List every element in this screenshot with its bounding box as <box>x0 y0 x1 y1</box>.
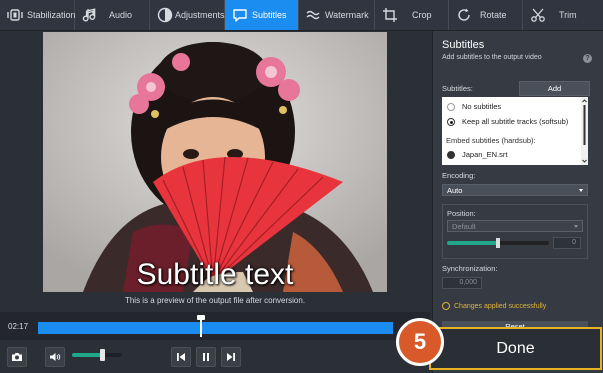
tab-rotate[interactable]: Rotate <box>449 0 523 30</box>
subtitles-panel: Subtitles Add subtitles to the output vi… <box>432 31 603 373</box>
previous-frame-button[interactable] <box>171 347 191 367</box>
checkmark-icon <box>442 302 450 310</box>
panel-subtitle: Add subtitles to the output video <box>442 54 542 61</box>
sync-input[interactable]: 0,000 <box>442 277 482 289</box>
chevron-down-icon <box>579 189 583 192</box>
position-slider[interactable] <box>447 238 549 248</box>
rotate-icon <box>458 8 470 21</box>
status-text: Changes applied successfully <box>454 302 547 310</box>
mute-button[interactable] <box>45 347 65 367</box>
tab-audio[interactable]: Audio <box>75 0 150 30</box>
skip-forward-icon <box>227 353 235 361</box>
tab-label: Audio <box>109 10 133 20</box>
subtitles-label: Subtitles: <box>442 84 473 93</box>
volume-knob[interactable] <box>100 349 105 361</box>
watermark-icon <box>306 10 320 20</box>
tab-stabilization[interactable]: Stabilization <box>0 0 76 30</box>
subtitle-overlay-text: Subtitle text <box>136 258 294 291</box>
position-select[interactable]: Default <box>447 220 583 232</box>
sync-label: Synchronization: <box>442 264 498 273</box>
tab-trim[interactable]: Trim <box>523 0 603 30</box>
speaker-icon <box>50 353 61 361</box>
tab-label: Stabilization <box>27 10 76 20</box>
next-frame-button[interactable] <box>221 347 241 367</box>
radio-keep-all-tracks[interactable] <box>447 118 455 126</box>
music-note-icon <box>82 8 96 22</box>
help-icon[interactable]: ? <box>583 54 592 63</box>
crop-icon <box>383 8 397 22</box>
tab-subtitles[interactable]: Subtitles <box>225 0 299 30</box>
tab-watermark[interactable]: Watermark <box>299 0 375 30</box>
option-japan-en[interactable]: Japan_EN.srt <box>462 150 507 159</box>
scissors-icon <box>531 8 545 22</box>
status-message: Changes applied successfully <box>442 302 546 310</box>
panel-title: Subtitles <box>442 39 485 51</box>
playback-controls <box>0 341 430 373</box>
timeline-track[interactable] <box>38 322 393 334</box>
tab-crop[interactable]: Crop <box>375 0 449 30</box>
playhead-handle[interactable] <box>197 315 206 337</box>
portrait-image <box>43 32 387 292</box>
tab-label: Rotate <box>480 10 507 20</box>
speech-bubble-icon <box>233 9 247 22</box>
toolbar: Stabilization Audio Adjustments Subtitle… <box>0 0 603 31</box>
pause-button[interactable] <box>196 347 216 367</box>
scroll-arrows-icon <box>582 99 587 163</box>
volume-fill <box>72 353 102 357</box>
step-number-badge: 5 <box>396 318 444 366</box>
position-slider-knob[interactable] <box>496 238 500 248</box>
list-scrollbar[interactable] <box>581 97 588 165</box>
option-no-subtitles[interactable]: No subtitles <box>462 102 501 111</box>
snapshot-button[interactable] <box>7 347 27 367</box>
contrast-icon <box>157 7 173 23</box>
tab-label: Subtitles <box>252 10 287 20</box>
position-label: Position: <box>447 209 476 218</box>
current-time: 02:17 <box>8 322 29 331</box>
tab-label: Crop <box>412 10 432 20</box>
pause-icon <box>203 353 209 361</box>
option-keep-all-tracks[interactable]: Keep all subtitle tracks (softsub) <box>462 117 568 126</box>
add-subtitles-button[interactable]: Add <box>519 81 590 96</box>
encoding-select[interactable]: Auto <box>442 184 588 196</box>
embed-header: Embed subtitles (hardsub): <box>446 136 536 145</box>
radio-no-subtitles[interactable] <box>447 103 455 111</box>
video-frame: Subtitle text <box>43 32 387 292</box>
volume-slider[interactable] <box>72 349 122 361</box>
encoding-label: Encoding: <box>442 171 476 180</box>
position-value: Default <box>452 222 476 231</box>
done-button[interactable]: Done <box>429 327 602 370</box>
position-number-input[interactable]: 0 <box>553 237 581 249</box>
skip-back-icon <box>177 353 185 361</box>
radio-japan-en[interactable] <box>447 151 455 159</box>
stabilization-icon <box>7 9 23 21</box>
tab-label: Trim <box>559 10 577 20</box>
position-group: Position: Default 0 <box>442 204 588 259</box>
chevron-down-icon <box>574 225 578 228</box>
position-slider-fill <box>447 241 498 245</box>
encoding-value: Auto <box>447 186 463 195</box>
tab-label: Watermark <box>325 10 369 20</box>
preview-caption: This is a preview of the output file aft… <box>124 296 306 305</box>
video-editor-window: Stabilization Audio Adjustments Subtitle… <box>0 0 603 373</box>
tab-adjustments[interactable]: Adjustments <box>150 0 225 30</box>
tab-label: Adjustments <box>175 10 225 20</box>
camera-icon <box>12 353 22 361</box>
subtitle-track-list: No subtitles Keep all subtitle tracks (s… <box>442 97 588 165</box>
timeline: 02:17 <box>0 312 430 340</box>
